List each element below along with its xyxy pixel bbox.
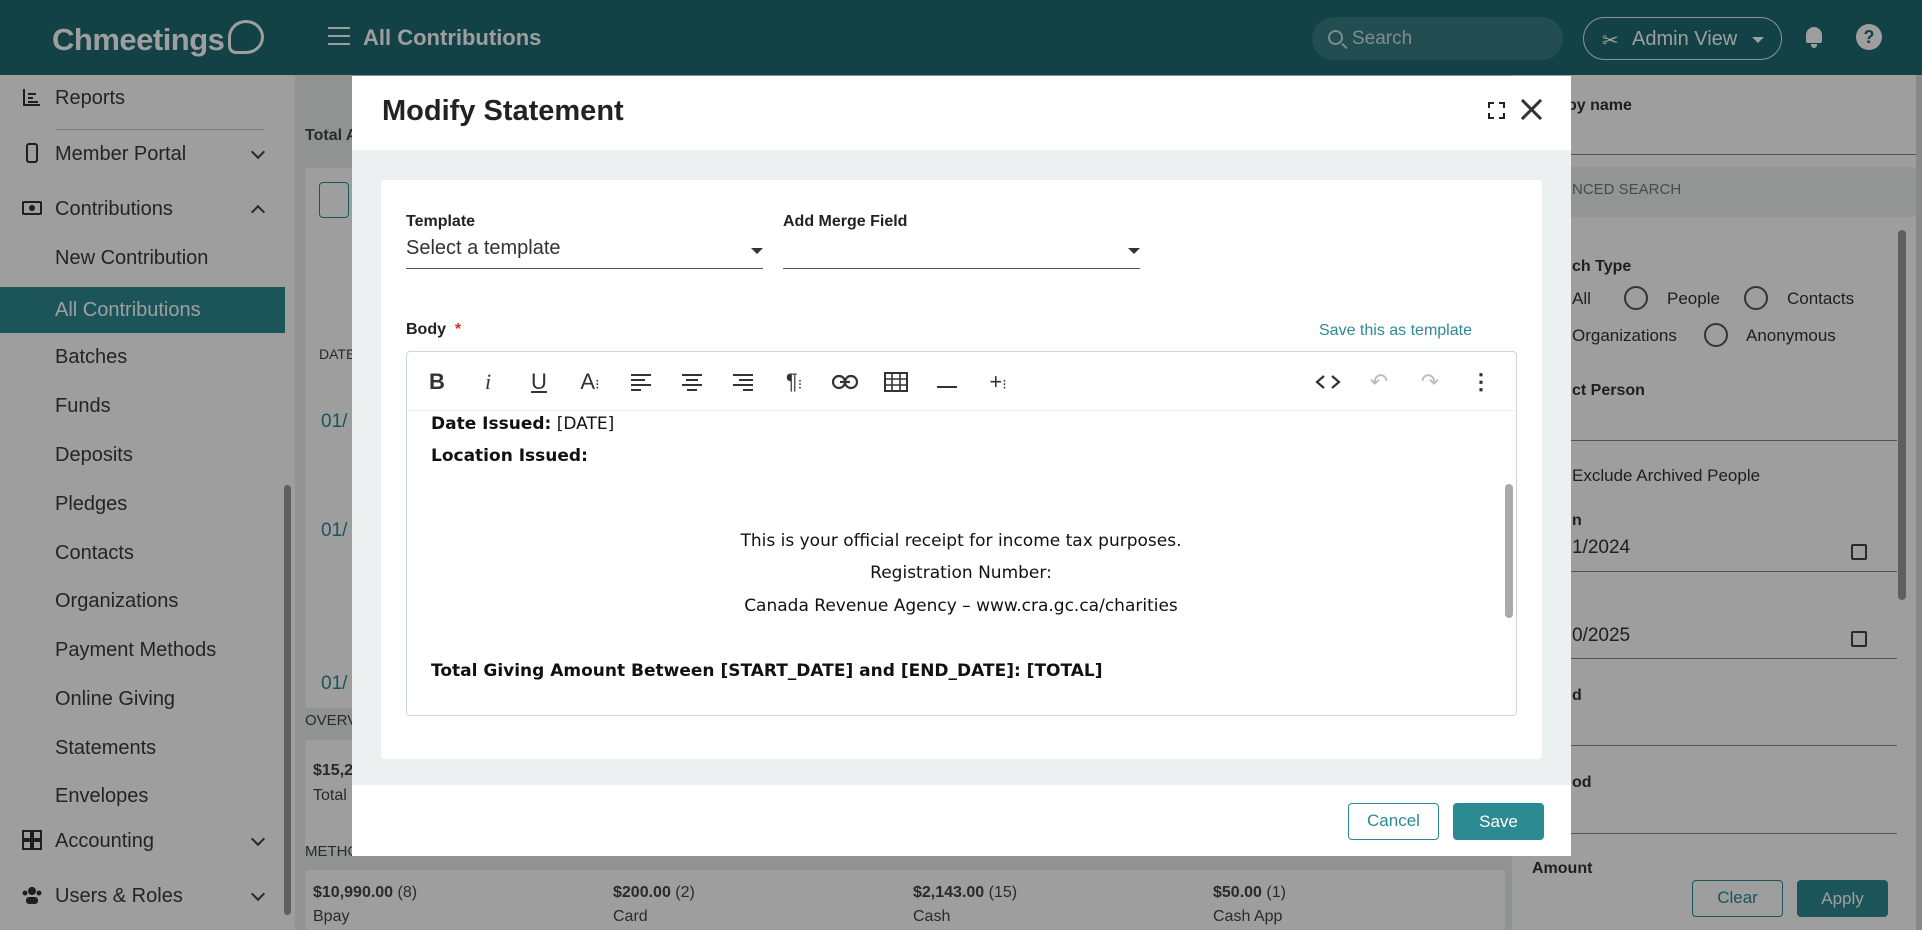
fullscreen-icon[interactable]: [1488, 102, 1505, 119]
italic-icon[interactable]: i: [473, 367, 503, 397]
body-label: Body *: [406, 321, 462, 338]
date-issued-line: Date Issued: [DATE]: [431, 414, 615, 434]
align-left-icon[interactable]: [626, 367, 656, 397]
statement-form: Template Select a template Add Merge Fie…: [381, 180, 1542, 759]
location-issued-line: Location Issued:: [431, 446, 588, 466]
dialog-title: Modify Statement: [382, 95, 624, 127]
save-button[interactable]: Save: [1453, 803, 1544, 840]
more-icon[interactable]: ⋮: [1466, 367, 1496, 397]
align-right-icon[interactable]: [728, 367, 758, 397]
template-select-value: Select a template: [406, 237, 561, 259]
dialog-body: Template Select a template Add Merge Fie…: [352, 150, 1571, 785]
chevron-down-icon: [1128, 248, 1140, 254]
align-center-icon[interactable]: [677, 367, 707, 397]
underline-icon[interactable]: U: [524, 367, 554, 397]
paragraph-icon[interactable]: ¶⁝: [779, 367, 809, 397]
template-label: Template: [406, 213, 476, 230]
font-size-icon[interactable]: A⁝: [575, 367, 605, 397]
total-giving-line: Total Giving Amount Between [START_DATE]…: [431, 661, 1103, 681]
merge-field-select[interactable]: [783, 231, 1140, 269]
link-icon[interactable]: [830, 367, 860, 397]
dialog-footer: Cancel Save: [352, 785, 1571, 856]
modify-statement-dialog: Modify Statement Template Select a templ…: [352, 76, 1571, 856]
code-view-icon[interactable]: [1313, 367, 1343, 397]
chevron-down-icon: [751, 248, 763, 254]
dialog-header: Modify Statement: [352, 76, 1571, 150]
rich-text-editor[interactable]: B i U A⁝ ¶⁝ +⁝ ↶ ↷ ⋮ Date Issued: [DATE]…: [406, 351, 1517, 716]
required-mark: *: [454, 321, 462, 338]
registration-line: Registration Number:: [870, 563, 1052, 583]
editor-scrollbar[interactable]: [1505, 484, 1513, 618]
redo-icon[interactable]: ↷: [1415, 367, 1445, 397]
insert-icon[interactable]: +⁝: [983, 367, 1013, 397]
receipt-line: This is your official receipt for income…: [740, 531, 1182, 551]
horizontal-rule-icon[interactable]: [932, 367, 962, 397]
merge-field-label: Add Merge Field: [783, 213, 908, 230]
cancel-button[interactable]: Cancel: [1348, 803, 1439, 840]
bold-icon[interactable]: B: [422, 367, 452, 397]
editor-toolbar: B i U A⁝ ¶⁝ +⁝ ↶ ↷ ⋮: [407, 352, 1516, 411]
undo-icon[interactable]: ↶: [1364, 367, 1394, 397]
table-icon[interactable]: [881, 367, 911, 397]
close-icon[interactable]: [1516, 94, 1546, 124]
cra-line: Canada Revenue Agency – www.cra.gc.ca/ch…: [744, 596, 1178, 616]
template-select[interactable]: Select a template: [406, 231, 763, 269]
save-as-template-link[interactable]: Save this as template: [1319, 322, 1472, 340]
